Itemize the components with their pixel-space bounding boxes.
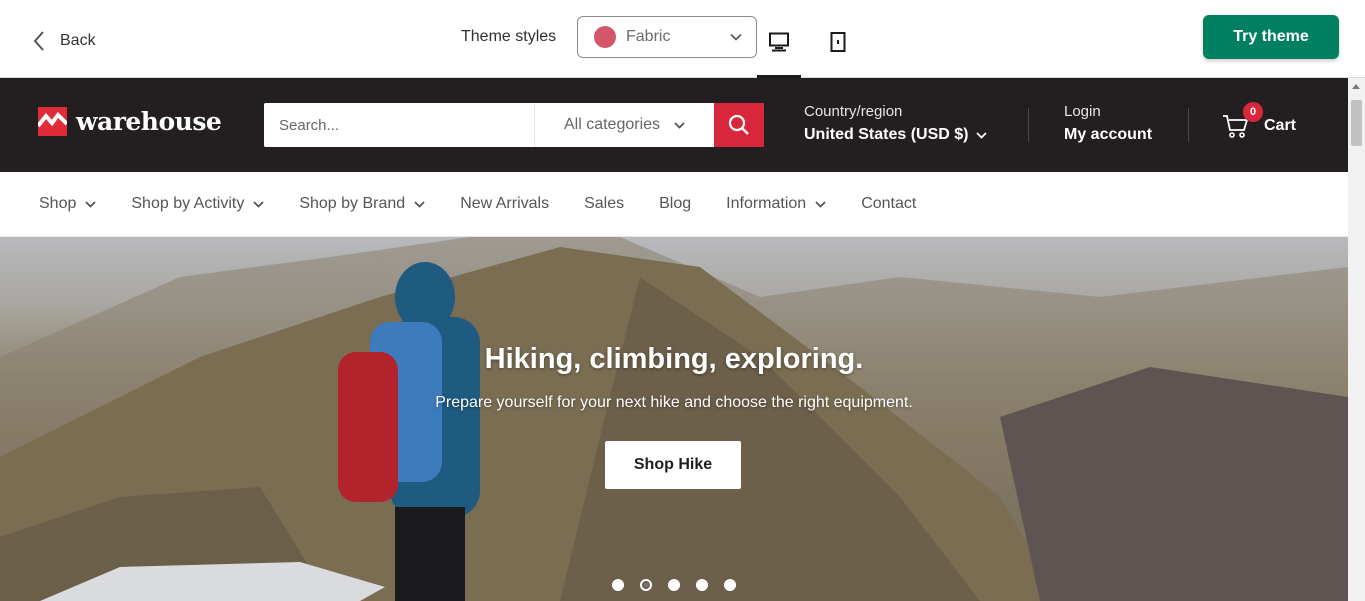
login-label: Login: [1064, 103, 1101, 120]
account-link[interactable]: Login My account: [1064, 103, 1152, 144]
slideshow-pagination: [612, 579, 736, 591]
cart-button[interactable]: 0 Cart: [1222, 102, 1297, 146]
chevron-down-icon: [85, 200, 97, 208]
nav-item-label: Sales: [584, 195, 625, 212]
slide-dot[interactable]: [696, 579, 708, 591]
back-label: Back: [60, 32, 96, 49]
store-logo[interactable]: warehouse: [38, 107, 222, 136]
slide-dot[interactable]: [612, 579, 624, 591]
nav-item-shop-by-brand[interactable]: Shop by Brand: [299, 195, 425, 213]
nav-item-information[interactable]: Information: [726, 195, 826, 213]
theme-style-value: Fabric: [626, 28, 671, 45]
chevron-down-icon: [976, 131, 988, 139]
scrollbar-thumb[interactable]: [1351, 100, 1362, 146]
country-selector[interactable]: Country/region United States (USD $): [804, 103, 988, 144]
search-icon: [728, 114, 749, 135]
nav-item-label: Shop: [39, 195, 77, 212]
chevron-down-icon: [674, 121, 685, 129]
theme-style-select[interactable]: Fabric: [577, 16, 757, 58]
mobile-preview-button[interactable]: [816, 22, 860, 62]
country-value: United States (USD $): [804, 126, 969, 143]
theme-color-swatch: [594, 26, 616, 48]
nav-item-label: Shop by Activity: [131, 195, 245, 212]
desktop-icon: [769, 32, 789, 52]
nav-item-label: Shop by Brand: [299, 195, 406, 212]
country-label: Country/region: [804, 103, 903, 120]
header-divider: [1028, 108, 1029, 142]
scroll-up-arrow-icon[interactable]: [1352, 84, 1360, 89]
nav-item-contact[interactable]: Contact: [861, 195, 916, 213]
search-button[interactable]: [714, 103, 764, 147]
desktop-preview-button[interactable]: [757, 22, 801, 78]
back-button[interactable]: Back: [32, 26, 96, 56]
category-value: All categories: [563, 116, 661, 133]
cart-icon: 0: [1222, 102, 1263, 140]
slide-dot[interactable]: [724, 579, 736, 591]
chevron-left-icon: [33, 31, 44, 51]
hero-slideshow: Hiking, climbing, exploring. Prepare you…: [0, 237, 1348, 601]
main-navigation: Shop Shop by Activity Shop by Brand New …: [0, 172, 1348, 237]
store-header: warehouse All categories Country/region …: [0, 78, 1348, 172]
nav-item-label: New Arrivals: [460, 195, 550, 212]
cart-count-badge: 0: [1243, 102, 1263, 122]
theme-styles-label: Theme styles: [461, 28, 557, 45]
hero-title: Hiking, climbing, exploring.: [484, 343, 864, 375]
try-theme-button[interactable]: Try theme: [1203, 15, 1339, 59]
hero-subtitle: Prepare yourself for your next hike and …: [435, 394, 913, 411]
nav-item-shop-by-activity[interactable]: Shop by Activity: [131, 195, 264, 213]
nav-item-label: Blog: [659, 195, 692, 212]
nav-item-blog[interactable]: Blog: [659, 195, 691, 213]
nav-item-sales[interactable]: Sales: [584, 195, 624, 213]
chevron-down-icon: [414, 200, 425, 208]
mobile-icon: [830, 32, 846, 52]
chevron-down-icon: [730, 33, 742, 41]
nav-item-shop[interactable]: Shop: [39, 195, 97, 213]
slide-dot[interactable]: [668, 579, 680, 591]
preview-toolbar: Back Theme styles Fabric Try theme: [0, 0, 1365, 78]
logo-text: warehouse: [76, 107, 222, 136]
search-bar: All categories: [264, 103, 764, 147]
nav-item-label: Information: [726, 195, 807, 212]
hero-background-image: [0, 237, 1348, 601]
slide-dot-active[interactable]: [640, 579, 652, 591]
nav-item-new-arrivals[interactable]: New Arrivals: [460, 195, 549, 213]
nav-item-label: Contact: [861, 195, 917, 212]
shop-hike-button[interactable]: Shop Hike: [605, 441, 741, 489]
my-account-label: My account: [1064, 126, 1153, 143]
category-select[interactable]: All categories: [534, 103, 714, 147]
logo-mark-icon: [38, 107, 67, 136]
cart-label: Cart: [1264, 117, 1297, 134]
header-divider: [1188, 108, 1189, 142]
chevron-down-icon: [815, 200, 826, 208]
search-input[interactable]: [264, 103, 534, 147]
preview-scrollbar[interactable]: [1348, 78, 1365, 601]
chevron-down-icon: [253, 200, 264, 208]
